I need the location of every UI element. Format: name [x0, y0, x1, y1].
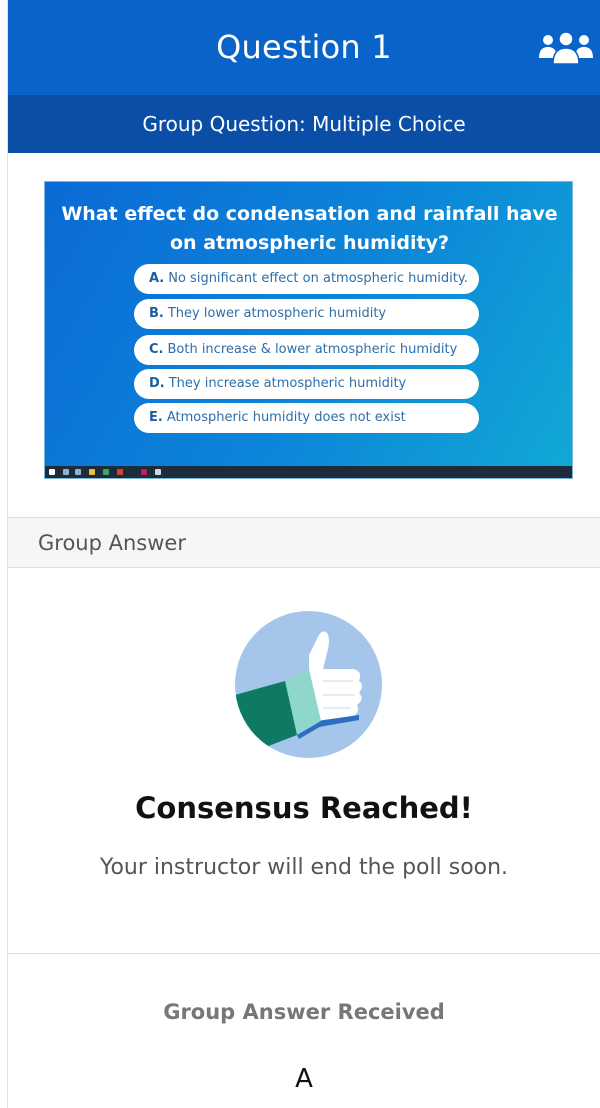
windows-icon [49, 469, 55, 475]
option-text: Atmospheric humidity does not exist [166, 410, 406, 425]
consensus-title: Consensus Reached! [135, 791, 473, 825]
app-icon [117, 469, 123, 475]
taskview-icon [75, 469, 81, 475]
slide-option-b: B. They lower atmospheric humidity [134, 299, 479, 329]
thumbs-up-icon [235, 611, 382, 758]
question-type-bar: Group Question: Multiple Choice [8, 95, 600, 153]
option-text: They increase atmospheric humidity [168, 376, 407, 391]
folder-icon [89, 469, 95, 475]
divider [8, 953, 600, 954]
option-letter: C. [149, 342, 164, 357]
section-label: Group Answer [38, 531, 186, 555]
option-letter: D. [149, 376, 165, 391]
app-icon [141, 469, 147, 475]
slide-question-text: What effect do condensation and rainfall… [61, 203, 558, 254]
page-title: Question 1 [216, 28, 392, 66]
group-users-icon[interactable] [538, 30, 594, 66]
question-slide-image: What effect do condensation and rainfall… [44, 181, 573, 479]
option-letter: B. [149, 306, 164, 321]
option-text: They lower atmospheric humidity [167, 306, 387, 321]
option-text: No significant effect on atmospheric hum… [168, 271, 468, 286]
slide-option-c: C. Both increase & lower atmospheric humi… [134, 335, 479, 365]
option-letter: A. [149, 271, 165, 286]
group-answer-value: A [295, 1064, 313, 1094]
option-text: Both increase & lower atmospheric humidi… [167, 342, 458, 357]
slide-option-e: E. Atmospheric humidity does not exist [134, 403, 479, 433]
slide-option-d: D. They increase atmospheric humidity [134, 369, 479, 399]
question-type-label: Group Question: Multiple Choice [142, 112, 466, 136]
app-frame: Question 1 Group Question: Multiple Choi… [8, 0, 600, 1108]
question-header: Question 1 [8, 0, 600, 95]
search-icon [63, 469, 69, 475]
app-icon [155, 469, 161, 475]
instructor-message: Your instructor will end the poll soon. [99, 855, 509, 880]
group-answer-received-label: Group Answer Received [163, 1000, 445, 1024]
slide-taskbar [45, 466, 572, 478]
option-letter: E. [149, 410, 163, 425]
browser-icon [103, 469, 109, 475]
group-answer-section-header: Group Answer [8, 517, 600, 568]
slide-option-a: A. No significant effect on atmospheric h… [134, 264, 479, 294]
